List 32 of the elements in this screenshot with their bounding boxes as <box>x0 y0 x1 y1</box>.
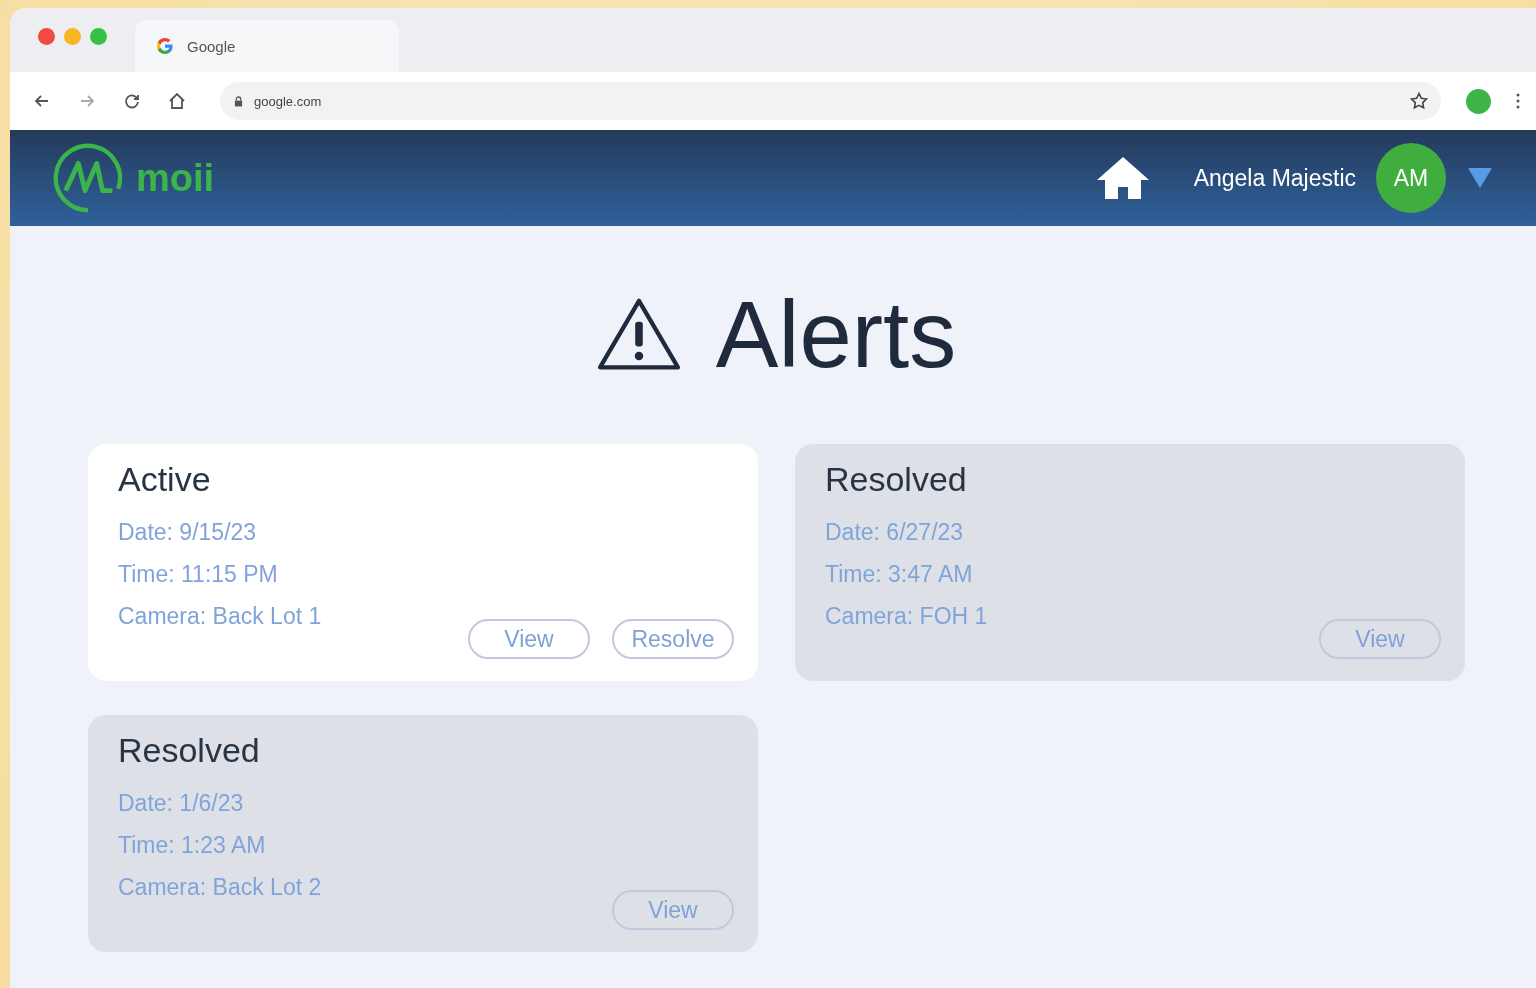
alert-date: Date: 6/27/23 <box>825 518 965 547</box>
alert-date: Date: 9/15/23 <box>118 518 258 547</box>
star-icon[interactable] <box>1409 91 1429 111</box>
brand-name: moii <box>136 156 215 200</box>
close-window-icon[interactable] <box>38 27 55 45</box>
alert-button[interactable]: Resolve <box>612 619 734 659</box>
alert-button[interactable]: View <box>612 890 734 930</box>
alert-status: Resolved <box>825 460 968 499</box>
logo-icon <box>52 142 124 214</box>
more-menu-icon[interactable] <box>1516 93 1520 109</box>
alert-camera: Camera: Back Lot 2 <box>118 873 322 902</box>
home-icon[interactable] <box>1095 156 1150 200</box>
dropdown-caret-icon[interactable] <box>1468 168 1492 188</box>
alert-button[interactable]: View <box>468 619 590 659</box>
alert-time: Time: 11:15 PM <box>118 560 279 589</box>
alert-status: Resolved <box>118 731 261 770</box>
browser-tab[interactable]: Google <box>135 20 399 72</box>
alert-camera: Camera: FOH 1 <box>825 602 988 631</box>
profile-avatar[interactable] <box>1466 88 1491 114</box>
alert-time: Time: 1:23 AM <box>118 831 267 860</box>
alert-button[interactable]: View <box>1319 619 1441 659</box>
user-name[interactable]: Angela Majestic <box>1193 164 1356 192</box>
page-title: Alerts <box>715 288 957 382</box>
address-bar[interactable]: google.com <box>220 82 1441 120</box>
alert-camera: Camera: Back Lot 1 <box>118 602 322 631</box>
alert-time: Time: 3:47 AM <box>825 560 974 589</box>
letter-g-icon <box>155 36 175 56</box>
lock-icon <box>234 95 243 107</box>
home-outline-icon[interactable] <box>167 91 187 111</box>
user-avatar[interactable]: AM <box>1376 143 1446 213</box>
alert-date: Date: 1/6/23 <box>118 789 245 818</box>
alert-status: Active <box>118 460 212 499</box>
